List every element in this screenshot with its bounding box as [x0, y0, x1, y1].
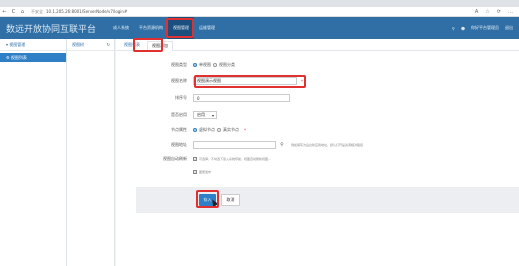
nav-item-view-management[interactable]: 视图管理: [168, 17, 194, 39]
required-mark: *: [244, 127, 246, 133]
search-icon[interactable]: ⚲: [452, 26, 455, 31]
search-icon[interactable]: ⚲: [276, 141, 288, 149]
address-bar-row: ← C ⌂ 不安全 10.1.205.26:8001/ServerNode/v7…: [0, 7, 519, 17]
row-auto-refresh: 视图自动刷新 ✓ 可选择，不勾选下载入系统导航，视图自动刷新视图...: [116, 156, 519, 162]
auto-refresh-checkbox[interactable]: ✓: [193, 157, 197, 161]
enabled-select[interactable]: 启用 ▾: [193, 111, 217, 119]
publish-checkbox[interactable]: ✓: [193, 170, 197, 174]
radio-real-node[interactable]: [217, 128, 221, 132]
radio-view-category-label: 视图分类: [219, 62, 235, 67]
logout-link[interactable]: 退出: [505, 25, 513, 31]
radio-single-view-label: 单视图: [199, 62, 211, 67]
url-field[interactable]: 不安全 10.1.205.26:8001/ServerNode/v7/login…: [31, 8, 361, 15]
user-greeting[interactable]: 你好平台管理员: [471, 25, 499, 31]
view-tree-panel: 视图树 ↻: [67, 39, 115, 266]
view-name-input[interactable]: 视图演示视图: [193, 77, 297, 85]
app-header: 数远开放协同互联平台 成人系统 平台资源机构 视图管理 运维管理 ⚲ ☻ 你好平…: [0, 17, 519, 39]
radio-real-node-label: 真实节点: [223, 127, 239, 132]
row-node-attr: 节点属性 虚拟节点 真实节点 *: [116, 127, 519, 133]
url-text: 10.1.205.26:8001/ServerNode/v7/login#: [46, 9, 128, 14]
more-icon[interactable]: …: [508, 9, 513, 15]
label-view-name: 视图名称: [171, 78, 187, 83]
view-url-input[interactable]: [193, 141, 276, 149]
top-nav: 成人系统 平台资源机构 视图管理 运维管理: [108, 17, 220, 39]
tab-view-list[interactable]: 视图列表: [120, 40, 144, 50]
form-footer: [136, 187, 519, 213]
insecure-label: 不安全: [31, 8, 43, 14]
browser-tab-strip: [0, 0, 519, 7]
label-node-attr: 节点属性: [171, 127, 187, 132]
label-view-type: 视图类型: [171, 62, 187, 67]
radio-single-view[interactable]: [193, 63, 197, 67]
nav-item-ops[interactable]: 运维管理: [194, 17, 220, 39]
label-enabled: 是否启用: [171, 112, 187, 117]
refresh-icon[interactable]: ↻: [107, 42, 110, 47]
row-view-type: 视图类型 单视图 视图分类: [116, 62, 519, 68]
label-view-url: 视图地址: [171, 142, 187, 147]
main-content: 视图列表 视图添加 视图类型 单视图 视图分类 视图名称 视图演示视图 * 排序…: [116, 39, 519, 266]
row-view-name: 视图名称 视图演示视图 *: [116, 77, 519, 85]
app-title: 数远开放协同互联平台: [6, 24, 97, 35]
nav-item-system[interactable]: 成人系统: [108, 17, 134, 39]
tab-view-add[interactable]: 视图添加: [147, 41, 173, 51]
sidebar: ▾ 视图管理 ⚙ 视图列表: [0, 39, 67, 266]
sidebar-item-view-list[interactable]: ⚙ 视图列表: [0, 53, 66, 62]
label-sort-order: 排序号: [175, 95, 187, 100]
favorite-star-icon[interactable]: ☆: [485, 9, 489, 15]
radio-view-category[interactable]: [213, 63, 217, 67]
publish-label: 图册发布: [199, 170, 212, 174]
radio-virtual-node[interactable]: [193, 128, 197, 132]
user-icon: ☻: [460, 25, 465, 31]
row-enabled: 是否启用 启用 ▾: [116, 111, 519, 119]
label-auto-refresh: 视图自动刷新: [163, 156, 187, 161]
radio-virtual-node-label: 虚拟节点: [199, 127, 215, 132]
sidebar-title-label: 视图管理: [9, 41, 26, 47]
chevron-down-icon: ▾: [211, 112, 214, 118]
cancel-button[interactable]: 取消: [221, 194, 240, 206]
row-view-url: 视图地址 ⚲ 例如填写为后台新应用地址，默认打开是资源相对路径: [116, 141, 519, 149]
tab-bar: 视图列表 视图添加: [116, 39, 519, 51]
sync-icon[interactable]: ⟳: [497, 9, 501, 15]
enabled-select-value: 启用: [197, 112, 205, 117]
read-aloud-icon[interactable]: A: [475, 9, 478, 15]
required-mark: *: [301, 78, 303, 84]
row-sort-order: 排序号 0: [116, 94, 519, 102]
sort-order-input[interactable]: 0: [193, 94, 290, 102]
view-url-hint: 例如填写为后台新应用地址，默认打开是资源相对路径: [291, 143, 364, 147]
auto-refresh-hint: 可选择，不勾选下载入系统导航，视图自动刷新视图...: [199, 157, 271, 161]
back-icon[interactable]: ←: [0, 9, 9, 15]
sidebar-title[interactable]: ▾ 视图管理: [0, 39, 66, 51]
refresh-icon[interactable]: C: [9, 9, 18, 15]
tree-title: 视图树 ↻: [67, 39, 114, 51]
sidebar-item-label: 视图列表: [10, 54, 27, 60]
nav-item-resources[interactable]: 平台资源机构: [134, 17, 168, 39]
tree-title-label: 视图树: [72, 41, 84, 47]
row-publish: ✓ 图册发布: [116, 170, 519, 174]
home-icon[interactable]: ⌂: [18, 9, 27, 15]
